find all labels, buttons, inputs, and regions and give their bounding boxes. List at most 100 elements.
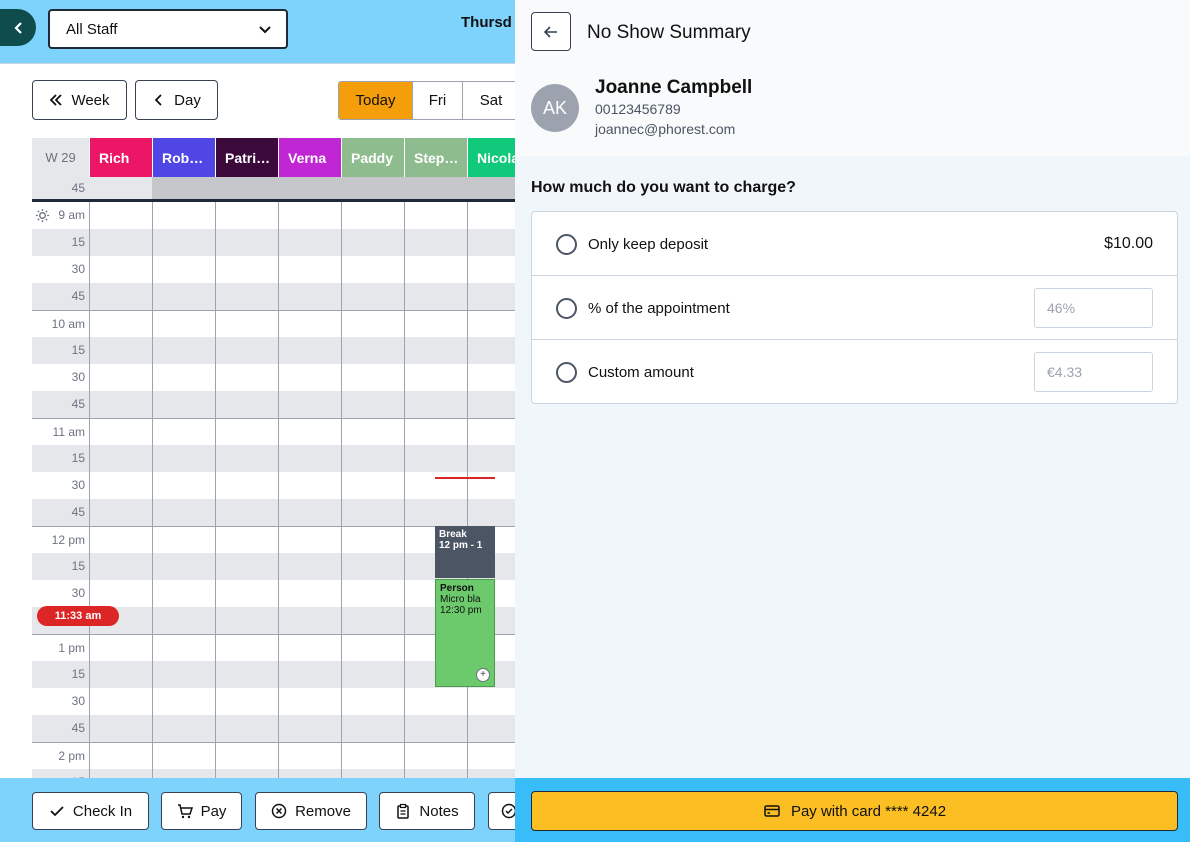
column-divider	[278, 635, 279, 661]
percent-input[interactable]	[1034, 288, 1153, 328]
column-divider	[215, 229, 216, 256]
column-divider	[152, 229, 153, 256]
time-label: 15	[32, 661, 89, 688]
column-divider	[404, 688, 405, 715]
back-button[interactable]	[531, 12, 571, 51]
check-in-button[interactable]: Check In	[32, 792, 149, 830]
deposit-amount: $10.00	[1104, 235, 1153, 252]
staff-column-header[interactable]: Rob…	[152, 138, 215, 177]
fri-button[interactable]: Fri	[413, 82, 463, 119]
column-divider	[89, 553, 90, 580]
time-label: 15	[32, 445, 89, 472]
day-button[interactable]: Day	[135, 80, 218, 120]
more-actions-button[interactable]	[488, 792, 515, 830]
time-slot[interactable]	[89, 419, 515, 445]
column-divider	[215, 337, 216, 364]
column-divider	[152, 283, 153, 310]
week-button[interactable]: Week	[32, 80, 127, 120]
column-divider	[278, 743, 279, 769]
staff-filter-value: All Staff	[66, 20, 118, 38]
time-label: 45	[32, 283, 89, 310]
column-divider	[404, 472, 405, 499]
collapse-button[interactable]	[0, 9, 36, 46]
time-slot[interactable]	[89, 364, 515, 391]
time-slot[interactable]	[89, 177, 152, 199]
time-slot[interactable]	[89, 283, 515, 310]
break-appointment[interactable]: Break 12 pm - 1	[435, 526, 495, 578]
column-divider	[467, 499, 468, 526]
column-divider	[404, 283, 405, 310]
column-divider	[152, 445, 153, 472]
column-divider	[215, 499, 216, 526]
column-divider	[215, 661, 216, 688]
column-divider	[341, 419, 342, 445]
staff-column-header[interactable]: Verna	[278, 138, 341, 177]
column-divider	[278, 337, 279, 364]
staff-column-header[interactable]: Patri…	[215, 138, 278, 177]
time-slot[interactable]	[89, 743, 515, 769]
column-divider	[341, 527, 342, 553]
radio-button[interactable]	[556, 362, 577, 383]
option-label: Custom amount	[588, 364, 694, 381]
time-slot[interactable]	[89, 311, 515, 337]
column-divider	[404, 445, 405, 472]
column-divider	[215, 527, 216, 553]
column-divider	[215, 607, 216, 634]
time-slot[interactable]	[89, 445, 515, 472]
staff-column-header[interactable]: Nicola	[467, 138, 515, 177]
time-slot[interactable]	[152, 177, 515, 199]
time-slot[interactable]	[89, 391, 515, 418]
column-divider	[341, 553, 342, 580]
staff-column-header[interactable]: Step…	[404, 138, 467, 177]
notes-button[interactable]: Notes	[379, 792, 475, 830]
time-slot[interactable]	[89, 715, 515, 742]
panel-header: No Show Summary	[515, 0, 1190, 64]
column-divider	[278, 661, 279, 688]
time-label: 30	[32, 256, 89, 283]
column-divider	[152, 202, 153, 229]
time-slot[interactable]	[89, 202, 515, 229]
option-percent[interactable]: % of the appointment	[532, 276, 1177, 340]
option-custom-amount[interactable]: Custom amount	[532, 340, 1177, 404]
add-icon[interactable]: +	[476, 668, 490, 682]
radio-button[interactable]	[556, 234, 577, 255]
column-divider	[278, 229, 279, 256]
time-label: 9 am	[32, 202, 89, 229]
sat-button[interactable]: Sat	[463, 82, 515, 119]
column-divider	[89, 445, 90, 472]
staff-column-header[interactable]: Rich	[89, 138, 152, 177]
prior-slot-row: 45	[32, 177, 515, 199]
appointment-service: Micro bla	[440, 594, 481, 605]
column-divider	[89, 337, 90, 364]
week-number: W 29	[32, 138, 89, 177]
option-keep-deposit[interactable]: Only keep deposit $10.00	[532, 212, 1177, 276]
time-slot[interactable]	[89, 256, 515, 283]
custom-amount-input[interactable]	[1034, 352, 1153, 392]
customer-card: AK Joanne Campbell 00123456789 joannec@p…	[515, 64, 1190, 156]
time-slot[interactable]	[89, 229, 515, 256]
column-divider	[278, 527, 279, 553]
staff-filter-select[interactable]: All Staff	[48, 9, 288, 49]
time-slot[interactable]	[89, 337, 515, 364]
column-divider	[152, 743, 153, 769]
column-divider	[89, 419, 90, 445]
time-label: 30	[32, 688, 89, 715]
today-button[interactable]: Today	[339, 82, 413, 119]
column-divider	[152, 419, 153, 445]
time-slot[interactable]	[89, 688, 515, 715]
pay-with-card-button[interactable]: Pay with card **** 4242	[531, 791, 1178, 831]
client-appointment[interactable]: Person Micro bla 12:30 pm +	[435, 579, 495, 687]
column-divider	[341, 688, 342, 715]
column-divider	[278, 472, 279, 499]
pay-button[interactable]: Pay	[161, 792, 242, 830]
column-divider	[467, 715, 468, 742]
column-divider	[152, 364, 153, 391]
staff-column-header[interactable]: Paddy	[341, 138, 404, 177]
remove-button[interactable]: Remove	[255, 792, 367, 830]
radio-button[interactable]	[556, 298, 577, 319]
column-divider	[467, 743, 468, 769]
column-divider	[341, 445, 342, 472]
time-label: 30	[32, 580, 89, 607]
time-row: 9 am	[32, 202, 515, 229]
time-slot[interactable]	[89, 499, 515, 526]
